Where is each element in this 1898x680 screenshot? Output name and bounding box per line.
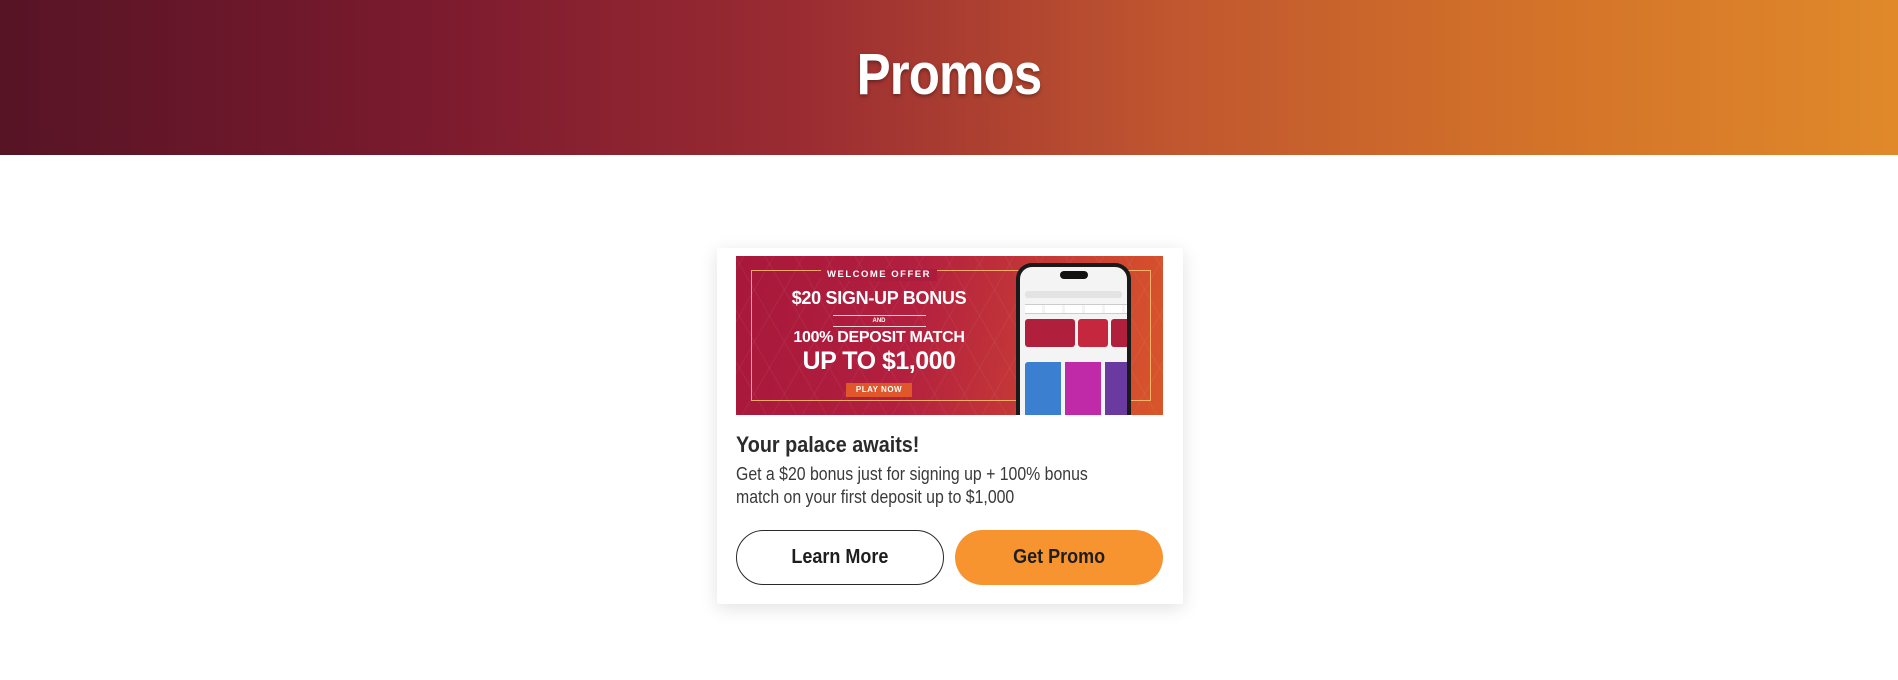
phone-promo-tile: [1025, 319, 1075, 347]
phone-search-bar: [1025, 291, 1122, 298]
learn-more-button[interactable]: Learn More: [736, 530, 944, 585]
get-promo-button[interactable]: Get Promo: [955, 530, 1163, 585]
banner-welcome-offer: WELCOME OFFER: [821, 269, 937, 281]
page-title: Promos: [856, 42, 1043, 107]
phone-screen: [1020, 267, 1127, 415]
phone-notch: [1060, 271, 1088, 279]
banner-offer-text: WELCOME OFFER $20 SIGN-UP BONUS AND 100%…: [771, 264, 987, 397]
banner-and: AND: [832, 315, 926, 327]
phone-game-tiles: [1025, 362, 1127, 415]
promo-title: Your palace awaits!: [736, 432, 920, 457]
phone-promo-tile: [1111, 319, 1127, 347]
banner-signup-bonus: $20 SIGN-UP BONUS: [791, 288, 967, 308]
promos-header-banner: Promos: [0, 0, 1898, 155]
phone-category-chips: [1025, 304, 1127, 314]
promo-card: WELCOME OFFER $20 SIGN-UP BONUS AND 100%…: [717, 248, 1183, 604]
banner-play-now: PLAY NOW: [845, 383, 913, 397]
phone-mockup-image: [1016, 263, 1131, 415]
learn-more-label: Learn More: [791, 546, 889, 568]
phone-promo-tile: [1078, 319, 1108, 347]
banner-deposit-match: 100% DEPOSIT MATCH: [793, 329, 965, 346]
get-promo-label: Get Promo: [1012, 546, 1106, 568]
banner-up-to-amount: UP TO $1,000: [802, 347, 956, 375]
promo-description: Get a $20 bonus just for signing up + 10…: [736, 464, 1088, 507]
promo-banner-image[interactable]: WELCOME OFFER $20 SIGN-UP BONUS AND 100%…: [736, 256, 1163, 415]
